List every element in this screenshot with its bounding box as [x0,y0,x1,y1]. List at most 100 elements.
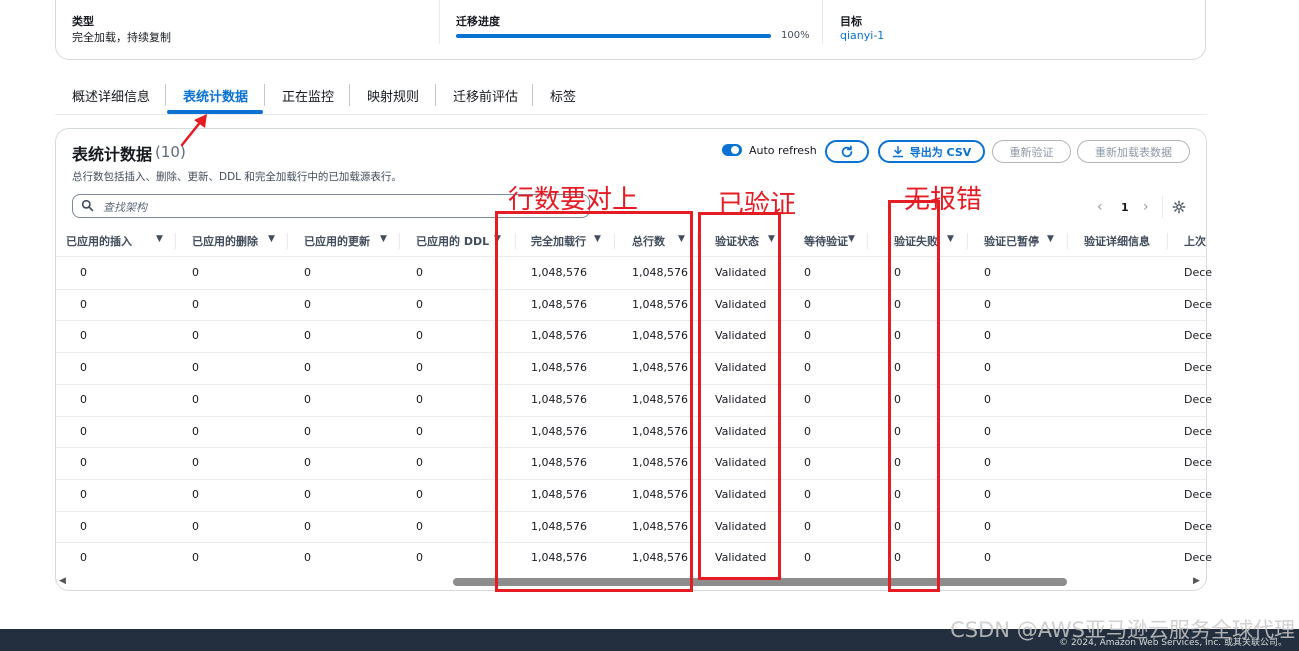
sort-caret-icon[interactable]: ▼ [1047,234,1054,244]
reload-table-data-label: 重新加载表数据 [1095,145,1172,159]
table-cell: 0 [984,393,991,406]
tab-tags[interactable]: 标签 [550,86,576,105]
search-placeholder: 查找架构 [103,201,147,214]
sort-caret-icon[interactable]: ▼ [947,234,954,244]
progress-bar-fill [456,34,771,38]
gear-icon[interactable] [1172,200,1186,214]
column-header[interactable]: 已应用的删除 [192,233,258,249]
column-header[interactable]: 等待验证 [804,233,848,249]
column-header[interactable]: 已应用的插入 [66,233,132,249]
search-icon [81,199,94,212]
table-cell: 0 [984,329,991,342]
table-cell: 0 [804,488,811,501]
table-cell: 0 [192,298,199,311]
table-cell: Dece [1184,361,1213,374]
table-cell: Dece [1184,266,1213,279]
table-cell: 0 [804,551,811,564]
column-header[interactable]: 验证已暂停 [984,233,1039,249]
target-link[interactable]: qianyi-1 [840,29,884,42]
table-cell: 0 [304,298,311,311]
tab-mapping-rules[interactable]: 映射规则 [367,86,419,105]
column-header[interactable]: 已应用的更新 [304,233,370,249]
page-number[interactable]: 1 [1121,201,1129,214]
table-cell: 0 [804,520,811,533]
table-cell: 0 [804,266,811,279]
table-cell: 0 [804,425,811,438]
column-separator [867,233,868,249]
table-cell: 0 [304,329,311,342]
tab-monitoring[interactable]: 正在监控 [282,86,334,105]
table-cell: 0 [804,329,811,342]
table-cell: 0 [192,520,199,533]
table-cell: 0 [192,551,199,564]
export-csv-button[interactable]: 导出为 CSV [878,140,985,163]
table-cell: 0 [984,456,991,469]
revalidate-button[interactable]: 重新验证 [992,140,1071,163]
annotation-validated: 已验证 [718,190,797,220]
table-cell: 0 [984,266,991,279]
table-cell: 0 [804,456,811,469]
table-cell: 0 [304,266,311,279]
table-cell: 0 [192,266,199,279]
watermark: CSDN @AWS亚马逊云服务全球代理 [950,618,1295,642]
tab-premigration-assessment[interactable]: 迁移前评估 [453,86,518,105]
table-cell: 0 [416,520,423,533]
table-cell: Dece [1184,298,1213,311]
table-cell: 0 [304,425,311,438]
scroll-left-icon[interactable]: ◀ [59,576,66,586]
table-cell: 0 [416,361,423,374]
next-page-icon[interactable]: › [1143,199,1149,215]
scroll-right-icon[interactable]: ▶ [1193,576,1200,586]
table-cell: Dece [1184,488,1213,501]
type-value: 完全加载，持续复制 [72,31,171,44]
annotation-rows-match: 行数要对上 [508,185,639,215]
download-icon [892,145,903,157]
column-separator [399,233,400,249]
table-cell: 0 [192,361,199,374]
sort-caret-icon[interactable]: ▼ [268,234,275,244]
column-separator [175,233,176,249]
table-cell: 0 [416,456,423,469]
table-cell: 0 [804,298,811,311]
column-separator [1067,233,1068,249]
table-cell: Dece [1184,329,1213,342]
column-separator [967,233,968,249]
column-header[interactable]: 验证详细信息 [1084,233,1150,249]
table-cell: 0 [416,298,423,311]
table-cell: 0 [304,551,311,564]
tab-overview[interactable]: 概述详细信息 [72,86,150,105]
tab-separator [349,84,350,106]
table-cell: 0 [416,393,423,406]
table-cell: 0 [416,488,423,501]
table-cell: 0 [192,393,199,406]
sort-caret-icon[interactable]: ▼ [156,234,163,244]
prev-page-icon[interactable]: ‹ [1097,199,1103,215]
column-separator [287,233,288,249]
table-cell: 0 [984,425,991,438]
table-cell: 0 [80,329,87,342]
table-cell: Dece [1184,425,1213,438]
refresh-button[interactable] [825,140,869,163]
table-cell: 0 [80,425,87,438]
sort-caret-icon[interactable]: ▼ [380,234,387,244]
summary-divider [822,0,823,44]
table-cell: 0 [984,520,991,533]
table-cell: 0 [80,393,87,406]
column-header[interactable]: 上次 [1184,233,1206,249]
table-cell: 0 [192,329,199,342]
table-cell: 0 [984,298,991,311]
table-cell: Dece [1184,393,1213,406]
container-title: 表统计数据 [72,145,153,164]
reload-table-data-button[interactable]: 重新加载表数据 [1077,140,1190,163]
table-cell: 0 [984,488,991,501]
sort-caret-icon[interactable]: ▼ [848,234,855,244]
table-cell: 0 [80,551,87,564]
tab-separator [532,84,533,106]
tab-separator [435,84,436,106]
toggle-knob [731,146,739,154]
tab-table-statistics[interactable]: 表统计数据 [183,86,248,105]
tabs-baseline [55,114,1207,115]
annotation-box-errors [888,200,940,592]
progress-label: 迁移进度 [456,15,500,28]
column-header[interactable]: 已应用的 DDL [416,233,489,249]
